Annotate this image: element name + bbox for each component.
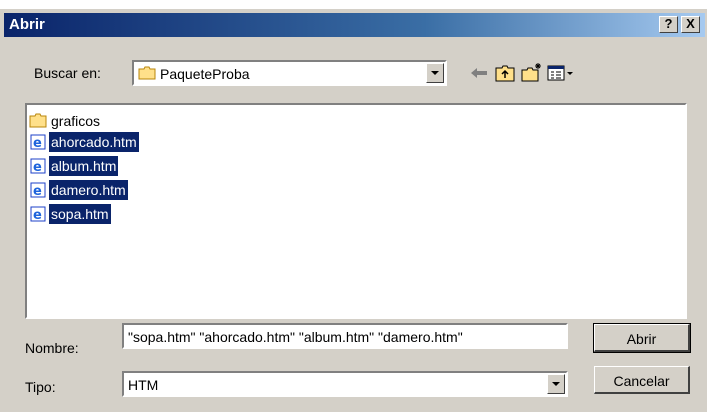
ie-document-icon: e xyxy=(30,134,46,150)
filetype-label: Tipo: xyxy=(25,379,56,395)
back-arrow-icon[interactable] xyxy=(468,62,490,84)
filetype-value: HTM xyxy=(128,377,159,393)
cancel-button-label: Cancelar xyxy=(613,373,670,389)
file-name: ahorcado.htm xyxy=(49,132,139,152)
file-name: sopa.htm xyxy=(49,204,111,224)
file-list[interactable]: graficos e ahorcado.htm e album.htm e da… xyxy=(25,103,687,319)
ie-document-icon: e xyxy=(30,182,46,198)
file-name: graficos xyxy=(51,113,101,129)
svg-text:e: e xyxy=(33,184,42,198)
filename-input[interactable]: "sopa.htm" "ahorcado.htm" "album.htm" "d… xyxy=(122,323,568,349)
filetype-dropdown-button[interactable] xyxy=(547,374,565,394)
list-item[interactable]: e sopa.htm xyxy=(29,204,111,224)
open-button[interactable]: Abrir xyxy=(593,323,691,353)
svg-text:e: e xyxy=(33,136,42,150)
list-item[interactable]: e album.htm xyxy=(29,156,119,176)
open-button-label: Abrir xyxy=(626,331,657,347)
folder-icon xyxy=(29,113,47,128)
ie-document-icon: e xyxy=(30,158,46,174)
open-dialog: Abrir ? X Buscar en: PaqueteProba grafic… xyxy=(0,9,707,412)
new-folder-icon[interactable] xyxy=(520,62,542,84)
filename-value: "sopa.htm" "ahorcado.htm" "album.htm" "d… xyxy=(128,329,463,345)
close-button[interactable]: X xyxy=(681,16,700,33)
cancel-button[interactable]: Cancelar xyxy=(594,366,690,394)
svg-text:e: e xyxy=(33,208,42,222)
lookin-label: Buscar en: xyxy=(34,65,101,81)
up-folder-icon[interactable] xyxy=(494,62,516,84)
list-item[interactable]: graficos xyxy=(29,111,102,131)
filetype-select[interactable]: HTM xyxy=(122,371,568,397)
ie-document-icon: e xyxy=(30,206,46,222)
lookin-dropdown-button[interactable] xyxy=(426,63,444,83)
file-name: damero.htm xyxy=(49,180,128,200)
view-menu-icon[interactable] xyxy=(546,62,576,84)
list-item[interactable]: e damero.htm xyxy=(29,180,128,200)
help-button[interactable]: ? xyxy=(659,16,678,33)
lookin-value: PaqueteProba xyxy=(160,66,250,82)
filename-label: Nombre: xyxy=(25,340,79,356)
file-name: album.htm xyxy=(49,156,119,176)
dialog-title: Abrir xyxy=(9,16,45,33)
svg-text:e: e xyxy=(33,160,42,174)
lookin-combobox[interactable]: PaqueteProba xyxy=(132,60,447,86)
title-bar[interactable]: Abrir ? X xyxy=(4,13,705,37)
folder-icon xyxy=(138,66,156,80)
list-item[interactable]: e ahorcado.htm xyxy=(29,132,139,152)
